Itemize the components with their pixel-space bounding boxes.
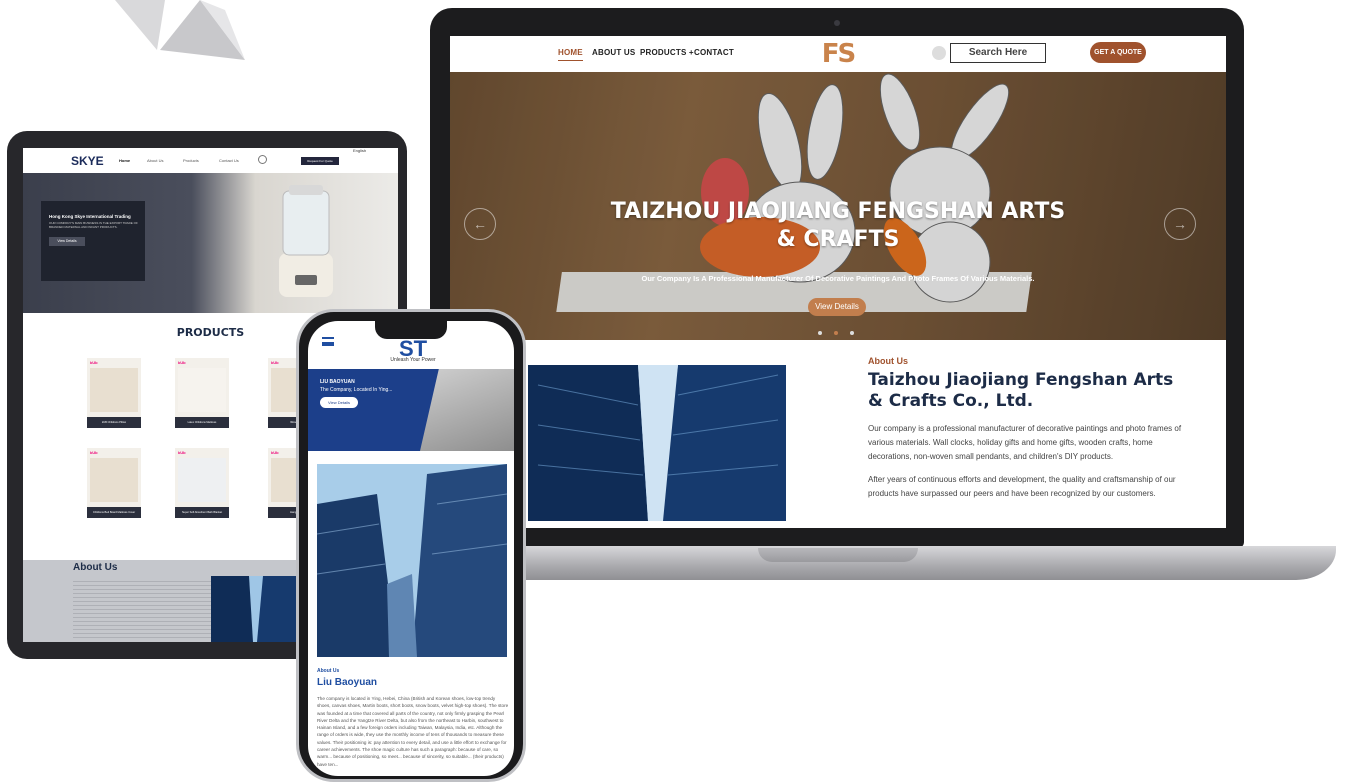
about-paragraph-1: Our company is a professional manufactur… — [868, 424, 1182, 461]
phone-logo[interactable]: ST — [368, 338, 458, 360]
tablet-about-title: About Us — [73, 562, 118, 573]
carousel-dot-active[interactable] — [834, 331, 838, 335]
product-image — [90, 368, 138, 412]
tablet-request-quote-button[interactable]: Request For Quote — [301, 157, 339, 165]
about-skyscraper-image — [528, 365, 786, 521]
phone-about-text: The company is located in Ying, Hebei, C… — [317, 696, 509, 767]
phone-about-title: Liu Baoyuan — [317, 677, 378, 688]
tablet-hero: Hong Kong Skye International Trading OUR… — [23, 173, 398, 313]
tablet-hero-button[interactable]: View Details — [49, 237, 85, 246]
tablet-about-text-lines — [73, 578, 213, 638]
product-brand: kUb — [178, 360, 186, 365]
site-logo[interactable]: FS — [808, 40, 868, 68]
nav-about-us[interactable]: ABOUT US — [592, 48, 635, 57]
product-brand: kUb — [90, 450, 98, 455]
tablet-hero-title: Hong Kong Skye International Trading — [49, 214, 131, 219]
hero-title: TAIZHOU JIAOJIANG FENGSHAN ARTS & CRAFTS — [610, 199, 1066, 252]
kettle-product-image — [279, 185, 333, 297]
about-tag: About Us — [868, 356, 908, 366]
carousel-dot[interactable] — [850, 331, 854, 335]
about-section: About Us Taizhou Jiaojiang Fengshan Arts… — [868, 356, 1188, 510]
nav-contact[interactable]: CONTACT — [694, 48, 734, 57]
laptop-mockup: HOME ABOUT US PRODUCTS + CONTACT FS Sear… — [430, 8, 1244, 548]
laptop-screen: HOME ABOUT US PRODUCTS + CONTACT FS Sear… — [450, 36, 1226, 528]
tablet-nav-products[interactable]: Products — [183, 158, 199, 163]
tablet-product-card[interactable]: kUb kUB Childrens Pillow — [87, 358, 141, 428]
tablet-language-selector[interactable]: English — [353, 148, 366, 153]
product-name: kUB Childrens Pillow — [87, 417, 141, 428]
phone-hero: LIU BAOYUAN The Company, Located In Ying… — [308, 369, 514, 451]
hero-banner: ← → TAIZHOU JIAOJIANG FENGSHAN ARTS & CR… — [450, 72, 1226, 340]
phone-screen: ST Unleash Your Power LIU BAOYUAN The Co… — [308, 321, 514, 776]
hero-prev-arrow[interactable]: ← — [464, 208, 496, 240]
tablet-product-card[interactable]: kUb Childrens Bed Board Mattress Cover — [87, 448, 141, 518]
shoe-image — [420, 369, 514, 451]
tablet-nav-home[interactable]: Home — [119, 158, 130, 163]
hero-next-arrow[interactable]: → — [1164, 208, 1196, 240]
product-image — [178, 368, 226, 412]
phone-notch — [375, 321, 447, 339]
get-quote-button[interactable]: GET A QUOTE — [1090, 42, 1146, 63]
phone-hero-button[interactable]: View Details — [320, 397, 358, 408]
hamburger-menu-icon[interactable] — [322, 337, 334, 346]
product-name: Latex Childrens Mattress — [175, 417, 229, 428]
decorative-logo-shapes — [115, 0, 245, 60]
product-name: Childrens Bed Board Mattress Cover — [87, 507, 141, 518]
product-image — [90, 458, 138, 502]
search-icon[interactable] — [932, 46, 946, 60]
phone-hero-title: LIU BAOYUAN — [320, 379, 355, 385]
tablet-nav-bar: SKYE Home About Us Products Contact Us R… — [23, 148, 398, 173]
tablet-product-card[interactable]: kUb Super Soft Absorbent Bath Blanket — [175, 448, 229, 518]
product-brand: kUb — [178, 450, 186, 455]
product-brand: kUb — [271, 360, 279, 365]
nav-home[interactable]: HOME — [558, 48, 583, 61]
phone-hero-subtitle: The Company, Located In Ying... — [320, 387, 393, 393]
laptop-base-notch — [758, 548, 918, 562]
hero-subtitle: Our Company Is A Professional Manufactur… — [641, 274, 1035, 283]
phone-mockup: ST Unleash Your Power LIU BAOYUAN The Co… — [296, 309, 526, 782]
tablet-search-icon[interactable] — [258, 155, 267, 164]
tablet-hero-text: OUR COMPANY'S MAIN BUSINESS IS THE EXPOR… — [49, 221, 138, 229]
product-brand: kUb — [90, 360, 98, 365]
tablet-nav-contact[interactable]: Contact Us — [219, 158, 239, 163]
laptop-nav-bar: HOME ABOUT US PRODUCTS + CONTACT FS Sear… — [450, 36, 1226, 72]
product-name: Super Soft Absorbent Bath Blanket — [175, 507, 229, 518]
tablet-nav-about[interactable]: About Us — [147, 158, 163, 163]
carousel-dot[interactable] — [818, 331, 822, 335]
nav-products[interactable]: PRODUCTS + — [640, 48, 694, 57]
hero-carousel-dots — [818, 322, 866, 340]
hero-view-details-button[interactable]: View Details — [808, 298, 866, 316]
tablet-hero-box: Hong Kong Skye International Trading OUR… — [41, 201, 145, 281]
search-input[interactable]: Search Here — [950, 43, 1046, 63]
about-paragraph-2: After years of continuous efforts and de… — [868, 475, 1176, 498]
tablet-product-card[interactable]: kUb Latex Childrens Mattress — [175, 358, 229, 428]
phone-tagline: Unleash Your Power — [390, 357, 436, 363]
product-image — [178, 458, 226, 502]
phone-about-tag: About Us — [317, 668, 340, 674]
about-title: Taizhou Jiaojiang Fengshan Arts & Crafts… — [868, 370, 1174, 411]
tablet-about-image — [211, 576, 301, 642]
phone-skyscraper-image — [317, 464, 507, 657]
tablet-logo[interactable]: SKYE — [71, 154, 104, 168]
laptop-camera — [834, 20, 840, 26]
product-brand: kUb — [271, 450, 279, 455]
